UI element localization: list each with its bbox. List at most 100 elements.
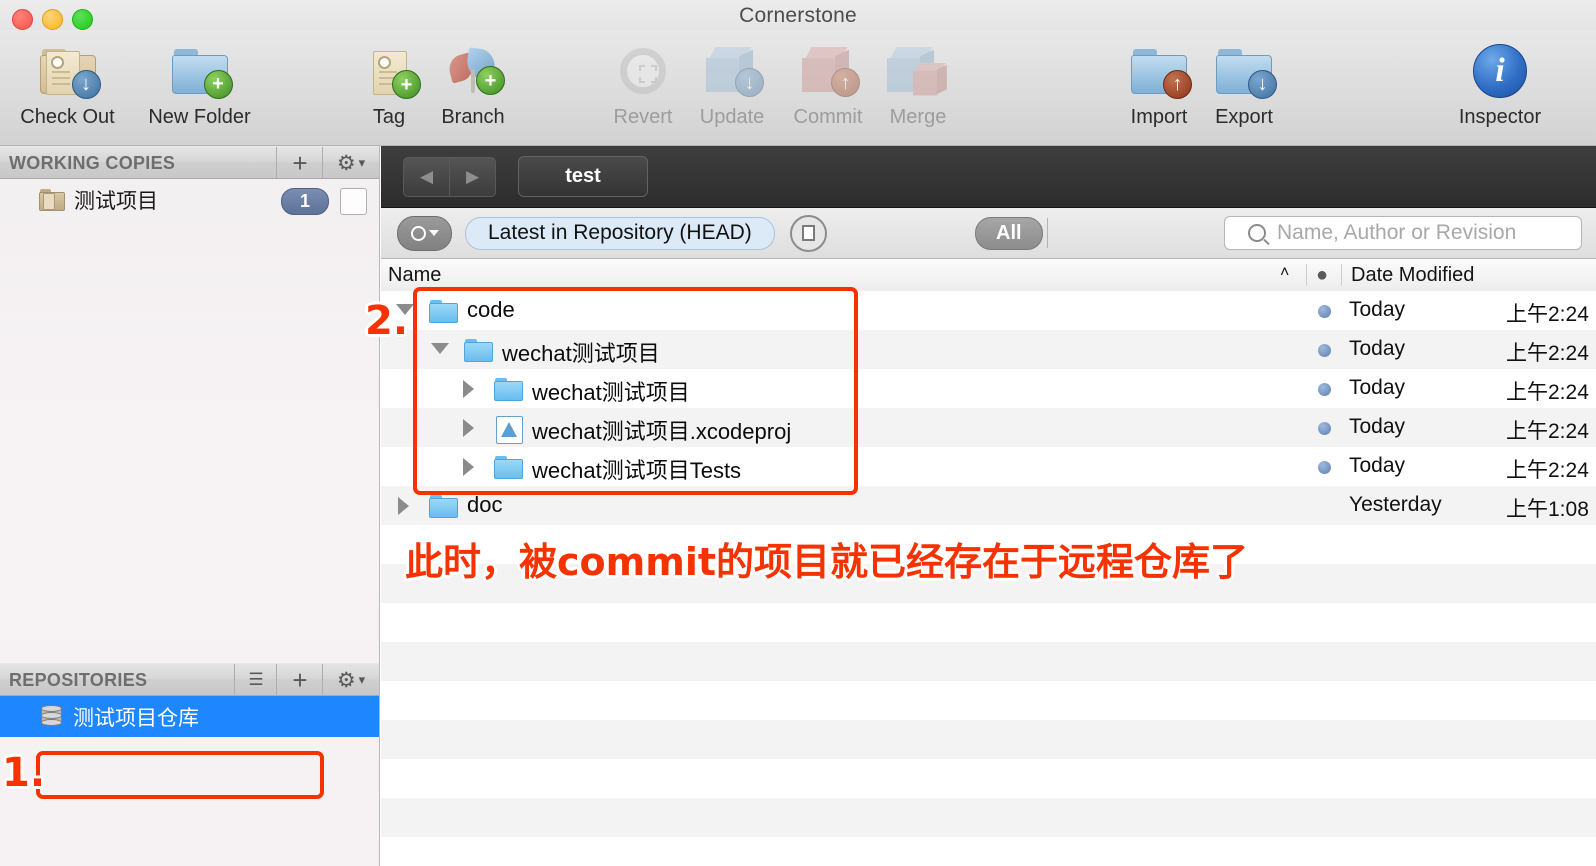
gear-icon: ⚙: [336, 668, 356, 692]
table-row-empty: [381, 798, 1596, 837]
toolbar-export[interactable]: ↓ Export: [1188, 38, 1300, 129]
disclosure-triangle-icon[interactable]: [463, 380, 474, 398]
repositories-header: REPOSITORIES ☰ + ⚙ ▾: [0, 663, 379, 696]
repositories-gear-button[interactable]: ⚙ ▾: [322, 664, 379, 696]
column-header: Name ˄ ● Date Modified Size: [381, 259, 1596, 292]
disclosure-triangle-icon[interactable]: [463, 458, 474, 476]
annotation-marker-1: 1.: [2, 750, 46, 796]
search-placeholder: Name, Author or Revision: [1277, 221, 1517, 244]
commit-upload-icon: ↑: [780, 38, 876, 104]
repository-name: 测试项目仓库: [73, 706, 199, 730]
repositories-list-button[interactable]: ☰: [234, 664, 277, 696]
toolbar-label: Export: [1215, 106, 1273, 128]
status-dot: [1318, 383, 1331, 396]
file-name: doc: [467, 492, 503, 517]
cornerstone-window: Cornerstone ↓ Check Out + New Folder + T…: [0, 0, 1596, 866]
date-modified: Today: [1349, 454, 1406, 477]
date-modified: Today: [1349, 415, 1406, 438]
folder-icon: [429, 300, 458, 323]
table-row-empty: [381, 681, 1596, 720]
table-row[interactable]: wechat测试项目 Today 上午2:24 --: [381, 330, 1596, 369]
annotation-caption: 此时，被commit的项目就已经存在于远程仓库了: [405, 540, 1249, 584]
toolbar-merge[interactable]: Merge: [872, 38, 964, 129]
folder-download-icon: ↓: [1188, 38, 1300, 104]
disclosure-triangle-icon[interactable]: [463, 419, 474, 437]
disclosure-triangle-icon[interactable]: [398, 497, 409, 515]
folder-icon: [429, 495, 458, 518]
navigation-bar: ◀ ▶ test: [381, 146, 1596, 208]
revision-selector-button[interactable]: [397, 215, 452, 251]
working-copy-checkbox[interactable]: [340, 188, 367, 215]
toolbar-tag[interactable]: + Tag: [350, 38, 428, 129]
toolbar-new-folder[interactable]: + New Folder: [133, 38, 266, 129]
forward-button[interactable]: ▶: [449, 157, 495, 196]
breadcrumb[interactable]: test: [518, 156, 648, 197]
toolbar-branch[interactable]: + Branch: [425, 38, 521, 129]
toolbar-label: Merge: [889, 106, 947, 128]
status-dot: [1318, 461, 1331, 474]
sidebar: WORKING COPIES + ⚙ ▾ 测试项目 1 REPOSITORIES…: [0, 146, 380, 866]
table-row[interactable]: wechat测试项目 Today 上午2:24 --: [381, 369, 1596, 408]
log-view-button[interactable]: [789, 214, 827, 252]
update-download-icon: ↓: [683, 38, 781, 104]
toolbar-label: Branch: [441, 106, 505, 128]
tag-plus-icon: +: [350, 38, 428, 104]
date-modified: Today: [1349, 376, 1406, 399]
search-field[interactable]: Name, Author or Revision: [1224, 216, 1582, 250]
xcodeproj-icon: [496, 416, 523, 444]
working-copies-gear-button[interactable]: ⚙ ▾: [322, 147, 379, 179]
chevron-down-icon: ▾: [358, 672, 366, 687]
table-row[interactable]: wechat测试项目.xcodeproj Today 上午2:24 -- Xco: [381, 408, 1596, 447]
folder-icon: [494, 456, 523, 479]
toolbar-update[interactable]: ↓ Update: [683, 38, 781, 129]
add-repository-button[interactable]: +: [276, 664, 323, 696]
status-dot: [1318, 344, 1331, 357]
date-modified: Yesterday: [1349, 493, 1442, 516]
table-row[interactable]: code Today 上午2:24 --: [381, 291, 1596, 330]
toolbar-inspector[interactable]: i Inspector: [1440, 38, 1560, 129]
repository-item-selected[interactable]: 测试项目仓库: [0, 696, 379, 737]
toolbar-check-out[interactable]: ↓ Check Out: [5, 38, 130, 129]
file-name: wechat测试项目: [502, 341, 660, 366]
folder-icon: [494, 378, 523, 401]
main-panel: ◀ ▶ test Latest in Repository (HEAD) All…: [381, 146, 1596, 866]
time-modified: 上午1:08: [1506, 498, 1589, 521]
working-copy-item[interactable]: 测试项目 1: [0, 179, 379, 220]
filter-bar: Latest in Repository (HEAD) All Name, Au…: [381, 208, 1596, 259]
table-row-empty: [381, 603, 1596, 642]
table-row-empty: [381, 642, 1596, 681]
column-header-name[interactable]: Name: [388, 264, 441, 287]
all-filter-button[interactable]: All: [975, 216, 1043, 250]
repositories-title: REPOSITORIES: [9, 670, 148, 690]
eye-icon: [410, 225, 426, 241]
toolbar-label: Commit: [793, 106, 863, 128]
revert-clock-icon: [595, 38, 691, 104]
status-dot: [1318, 305, 1331, 318]
disclosure-triangle-icon[interactable]: [431, 343, 449, 354]
file-name: wechat测试项目.xcodeproj: [532, 419, 792, 444]
folder-plus-icon: +: [133, 38, 266, 104]
annotation-marker-2: 2.: [365, 298, 409, 344]
back-button[interactable]: ◀: [404, 158, 449, 196]
column-header-date[interactable]: Date Modified: [1351, 264, 1474, 287]
chevron-down-icon: [428, 230, 439, 236]
sort-ascending-icon[interactable]: ˄: [1280, 264, 1289, 282]
toolbar-commit[interactable]: ↑ Commit: [780, 38, 876, 129]
search-icon: [1248, 224, 1266, 242]
branch-plus-icon: +: [425, 38, 521, 104]
toolbar-label: Inspector: [1458, 106, 1542, 128]
toolbar-revert[interactable]: Revert: [595, 38, 691, 129]
time-modified: 上午2:24: [1506, 342, 1589, 365]
add-working-copy-button[interactable]: +: [276, 147, 323, 179]
column-header-status[interactable]: ●: [1316, 264, 1328, 287]
folder-tag-download-icon: ↓: [5, 38, 130, 104]
date-modified: Today: [1349, 298, 1406, 321]
working-copies-header: WORKING COPIES + ⚙ ▾: [0, 146, 379, 179]
time-modified: 上午2:24: [1506, 303, 1589, 326]
table-row[interactable]: wechat测试项目Tests Today 上午2:24 --: [381, 447, 1596, 486]
working-copies-title: WORKING COPIES: [9, 153, 176, 173]
table-row[interactable]: doc Yesterday 上午1:08 --: [381, 486, 1596, 525]
window-title: Cornerstone: [739, 4, 857, 27]
status-dot: [1318, 422, 1331, 435]
revision-label[interactable]: Latest in Repository (HEAD): [465, 216, 775, 250]
